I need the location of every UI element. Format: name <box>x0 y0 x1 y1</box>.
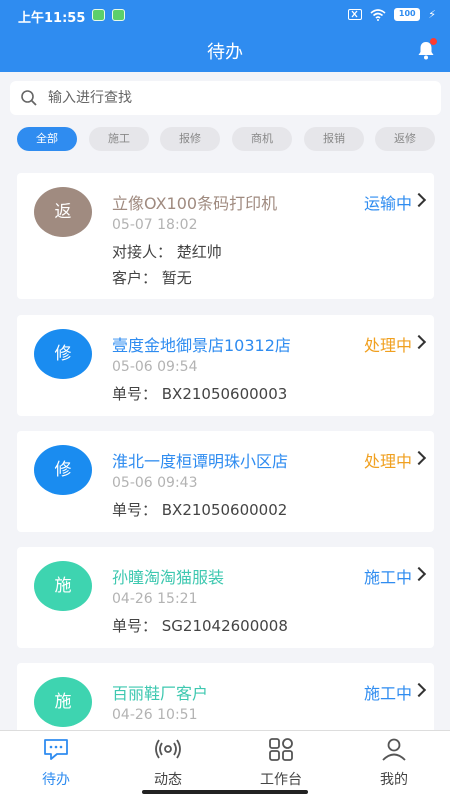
filter-chip-rework[interactable]: 返修 <box>375 127 435 151</box>
chevron-right-icon <box>411 450 427 466</box>
nav-item-activity[interactable]: 动态 <box>128 737 208 789</box>
card-title: 百丽鞋厂客户 <box>112 684 209 703</box>
broadcast-icon <box>155 739 181 759</box>
nav-label: 待办 <box>42 772 70 788</box>
notification-bell-icon[interactable] <box>416 38 437 60</box>
avatar: 修 <box>34 329 92 379</box>
chevron-right-icon <box>411 192 427 208</box>
app-header: 上午11:55 100 ⚡ 待办 <box>0 0 450 72</box>
nav-label: 工作台 <box>260 772 302 788</box>
nav-label: 我的 <box>380 772 408 788</box>
search-input[interactable] <box>48 90 428 106</box>
chevron-right-icon <box>411 682 427 698</box>
app-notification-icon <box>112 9 125 21</box>
card-title: 孙瞳淘淘猫服装 <box>112 568 225 587</box>
charging-icon: ⚡ <box>428 8 436 21</box>
grid-icon <box>269 738 293 761</box>
card-time: 04-26 10:51 <box>112 707 198 723</box>
card-title: 淮北一度桓谭明珠小区店 <box>112 452 289 471</box>
search-icon <box>21 90 37 106</box>
status-label: 施工中 <box>363 568 412 587</box>
card-time: 05-07 18:02 <box>112 217 198 233</box>
status-bar: 上午11:55 100 ⚡ <box>0 0 450 30</box>
status-time: 上午11:55 <box>18 11 86 26</box>
card-time: 05-06 09:43 <box>112 475 198 491</box>
card-detail: 单号： BX21050600003 <box>112 385 288 403</box>
nav-item-todo[interactable]: 待办 <box>16 737 96 789</box>
sim-off-icon <box>348 9 363 20</box>
page-title: 待办 <box>207 42 243 63</box>
battery-icon: 100 <box>394 8 421 21</box>
task-card[interactable]: 施 孙瞳淘淘猫服装 施工中 04-26 15:21 单号： SG21042600… <box>17 547 434 648</box>
filter-chip-repair[interactable]: 报修 <box>160 127 220 151</box>
status-label: 处理中 <box>363 336 412 355</box>
card-time: 04-26 15:21 <box>112 591 198 607</box>
card-detail: 单号： BX21050600002 <box>112 501 288 519</box>
chat-icon <box>44 739 68 760</box>
nav-item-workbench[interactable]: 工作台 <box>241 737 321 789</box>
task-card[interactable]: 返 立像OX100条码打印机 运输中 05-07 18:02 对接人： 楚红帅 … <box>17 173 434 299</box>
home-indicator <box>142 790 308 794</box>
chevron-right-icon <box>411 566 427 582</box>
card-detail: 客户： 暂无 <box>112 269 192 287</box>
chevron-right-icon <box>411 334 427 350</box>
avatar: 施 <box>34 677 92 727</box>
search-bar[interactable] <box>10 81 441 115</box>
wifi-icon <box>370 8 386 21</box>
nav-item-profile[interactable]: 我的 <box>354 737 434 789</box>
status-label: 处理中 <box>363 452 412 471</box>
avatar: 施 <box>34 561 92 611</box>
filter-chip-opportunity[interactable]: 商机 <box>232 127 292 151</box>
card-title: 立像OX100条码打印机 <box>112 194 278 213</box>
card-detail: 对接人： 楚红帅 <box>112 243 222 261</box>
card-detail: 单号： SG21042600008 <box>112 617 288 635</box>
filter-chip-reimbursement[interactable]: 报销 <box>304 127 364 151</box>
filter-chips: 全部 施工 报修 商机 报销 返修 <box>17 127 437 151</box>
filter-chip-all[interactable]: 全部 <box>17 127 77 151</box>
task-card[interactable]: 修 淮北一度桓谭明珠小区店 处理中 05-06 09:43 单号： BX2105… <box>17 431 434 532</box>
card-time: 05-06 09:54 <box>112 359 198 375</box>
status-label: 运输中 <box>363 194 412 213</box>
app-notification-icon <box>92 9 105 21</box>
nav-label: 动态 <box>154 772 182 788</box>
avatar: 修 <box>34 445 92 495</box>
filter-chip-construction[interactable]: 施工 <box>89 127 149 151</box>
card-title: 壹度金地御景店10312店 <box>112 336 291 355</box>
notification-badge <box>430 38 437 45</box>
avatar: 返 <box>34 187 92 237</box>
task-card[interactable]: 修 壹度金地御景店10312店 处理中 05-06 09:54 单号： BX21… <box>17 315 434 416</box>
user-icon <box>382 738 406 761</box>
status-label: 施工中 <box>363 684 412 703</box>
